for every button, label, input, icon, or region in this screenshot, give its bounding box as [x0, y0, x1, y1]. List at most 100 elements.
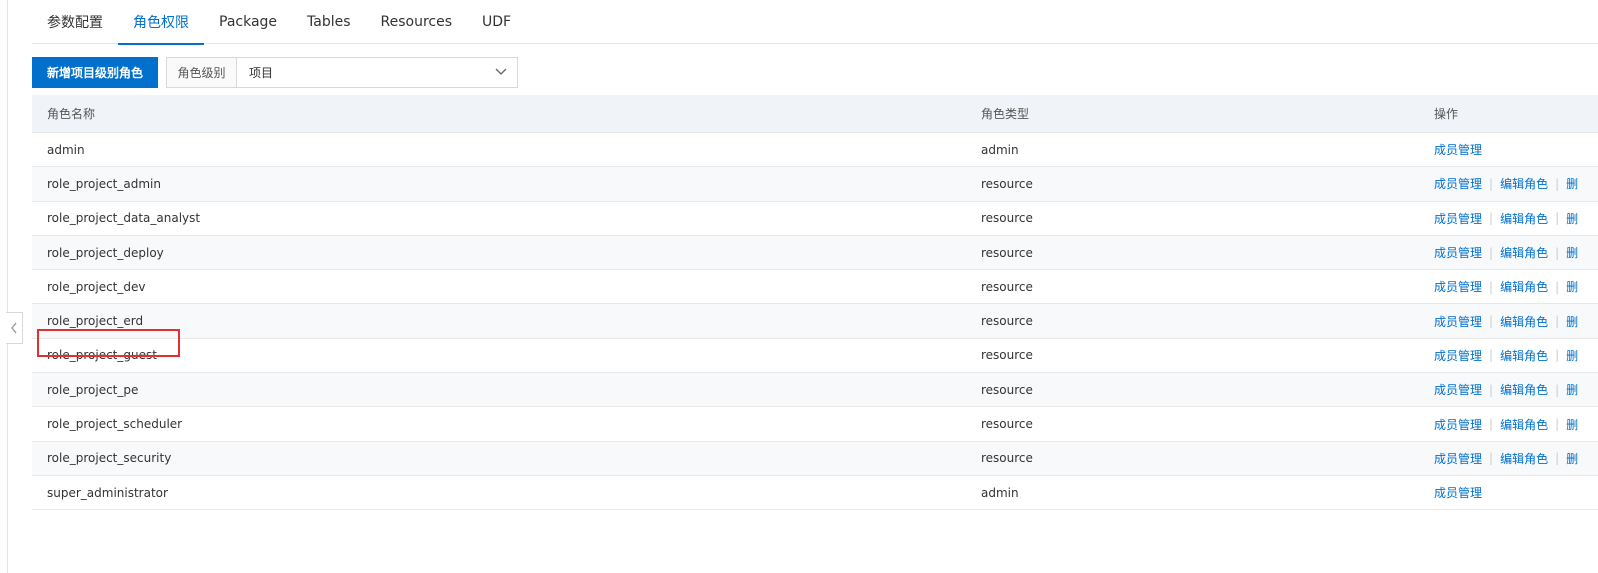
table-row: role_project_erd resource 成员管理 | 编辑角色 | 删 — [32, 304, 1598, 339]
member-management-link[interactable]: 成员管理 — [1434, 484, 1482, 501]
member-management-link[interactable]: 成员管理 — [1434, 381, 1482, 398]
role-type-cell: resource — [981, 314, 1033, 329]
member-management-link[interactable]: 成员管理 — [1434, 450, 1482, 467]
operations-cell: 成员管理 | 编辑角色 | 删 — [1434, 442, 1578, 475]
tab-tables[interactable]: Tables — [292, 0, 366, 44]
chevron-down-icon — [495, 68, 507, 75]
role-name-cell: role_project_admin — [47, 167, 161, 200]
member-management-link[interactable]: 成员管理 — [1434, 416, 1482, 433]
op-separator: | — [1555, 382, 1560, 397]
table-header: 角色名称 角色类型 操作 — [32, 95, 1598, 133]
delete-role-link[interactable]: 删 — [1566, 347, 1578, 364]
delete-role-link[interactable]: 删 — [1566, 244, 1578, 261]
role-name-cell: role_project_pe — [47, 373, 138, 406]
role-name: role_project_security — [47, 451, 172, 466]
edit-role-link[interactable]: 编辑角色 — [1500, 381, 1548, 398]
role-level-dropdown[interactable]: 项目 — [237, 58, 517, 87]
role-name-cell: super_administrator — [47, 476, 168, 509]
role-name: role_project_admin — [47, 176, 161, 191]
member-management-link[interactable]: 成员管理 — [1434, 313, 1482, 330]
operations-cell: 成员管理 | 编辑角色 | 删 — [1434, 236, 1578, 269]
table-body: admin admin 成员管理 role_project_admin resource… — [32, 133, 1598, 511]
delete-role-link[interactable]: 删 — [1566, 416, 1578, 433]
edit-role-link[interactable]: 编辑角色 — [1500, 450, 1548, 467]
member-management-link[interactable]: 成员管理 — [1434, 244, 1482, 261]
role-name: super_administrator — [47, 485, 168, 500]
op-separator: | — [1489, 176, 1494, 191]
role-name: role_project_dev — [47, 279, 146, 294]
role-type-cell: resource — [981, 245, 1033, 260]
edit-role-link[interactable]: 编辑角色 — [1500, 175, 1548, 192]
op-separator: | — [1489, 348, 1494, 363]
op-separator: | — [1555, 348, 1560, 363]
operations-cell: 成员管理 — [1434, 476, 1482, 509]
tab-resources[interactable]: Resources — [366, 0, 468, 44]
role-name: role_project_pe — [47, 382, 139, 397]
tab-package[interactable]: Package — [204, 0, 292, 44]
op-separator: | — [1489, 314, 1494, 329]
role-name: role_project_erd — [47, 314, 144, 329]
edit-role-link[interactable]: 编辑角色 — [1500, 244, 1548, 261]
role-name: role_project_data_analyst — [47, 211, 201, 226]
role-type-cell: resource — [981, 451, 1033, 466]
op-separator: | — [1555, 417, 1560, 432]
role-type-cell: resource — [981, 176, 1033, 191]
operations-cell: 成员管理 | 编辑角色 | 删 — [1434, 270, 1578, 303]
op-separator: | — [1555, 451, 1560, 466]
add-project-role-button[interactable]: 新增项目级别角色 — [32, 56, 159, 88]
role-type-cell: resource — [981, 348, 1033, 363]
operations-cell: 成员管理 | 编辑角色 | 删 — [1434, 407, 1578, 440]
delete-role-link[interactable]: 删 — [1566, 450, 1578, 467]
op-separator: | — [1489, 279, 1494, 294]
operations-cell: 成员管理 — [1434, 133, 1482, 166]
operations-cell: 成员管理 | 编辑角色 | 删 — [1434, 167, 1578, 200]
member-management-link[interactable]: 成员管理 — [1434, 347, 1482, 364]
role-type-cell: resource — [981, 211, 1033, 226]
role-name-cell: role_project_guest — [37, 328, 180, 372]
table-row: role_project_deploy resource 成员管理 | 编辑角色 | 删 — [32, 235, 1598, 271]
edit-role-link[interactable]: 编辑角色 — [1500, 347, 1548, 364]
role-name-cell: role_project_deploy — [47, 236, 164, 269]
role-name-cell: role_project_scheduler — [47, 407, 182, 440]
header-role-name: 角色名称 — [47, 107, 96, 121]
op-separator: | — [1489, 451, 1494, 466]
table-row: role_project_pe resource 成员管理 | 编辑角色 | 删 — [32, 373, 1598, 408]
edit-role-link[interactable]: 编辑角色 — [1500, 416, 1548, 433]
op-separator: | — [1489, 245, 1494, 260]
role-name-cell: admin — [47, 133, 85, 166]
member-management-link[interactable]: 成员管理 — [1434, 175, 1482, 192]
edit-role-link[interactable]: 编辑角色 — [1500, 210, 1548, 227]
delete-role-link[interactable]: 删 — [1566, 175, 1578, 192]
member-management-link[interactable]: 成员管理 — [1434, 141, 1482, 158]
operations-cell: 成员管理 | 编辑角色 | 删 — [1434, 202, 1578, 235]
header-operations: 操作 — [1434, 107, 1459, 121]
delete-role-link[interactable]: 删 — [1566, 313, 1578, 330]
tab-params-config[interactable]: 参数配置 — [32, 0, 118, 44]
delete-role-link[interactable]: 删 — [1566, 278, 1578, 295]
operations-cell: 成员管理 | 编辑角色 | 删 — [1434, 304, 1578, 337]
op-separator: | — [1555, 176, 1560, 191]
tab-bar: 参数配置 角色权限 Package Tables Resources UDF — [32, 0, 1598, 45]
role-level-label: 角色级别 — [167, 57, 238, 87]
edit-role-link[interactable]: 编辑角色 — [1500, 313, 1548, 330]
member-management-link[interactable]: 成员管理 — [1434, 278, 1482, 295]
table-row: role_project_dev resource 成员管理 | 编辑角色 | 删 — [32, 270, 1598, 305]
table-row: role_project_security resource 成员管理 | 编辑角色 | 删 — [32, 441, 1598, 476]
tab-udf[interactable]: UDF — [467, 0, 526, 44]
table-row: super_administrator admin 成员管理 — [32, 476, 1598, 511]
edit-role-link[interactable]: 编辑角色 — [1500, 278, 1548, 295]
collapse-sidebar-button[interactable] — [6, 312, 23, 344]
delete-role-link[interactable]: 删 — [1566, 381, 1578, 398]
member-management-link[interactable]: 成员管理 — [1434, 210, 1482, 227]
tab-role-permissions[interactable]: 角色权限 — [118, 0, 204, 45]
role-name: admin — [47, 142, 85, 157]
toolbar: 新增项目级别角色 角色级别 项目 — [32, 56, 519, 88]
table-row: role_project_admin resource 成员管理 | 编辑角色 | 删 — [32, 167, 1598, 202]
header-role-type: 角色类型 — [981, 107, 1030, 121]
role-level-select: 角色级别 项目 — [166, 56, 519, 88]
table-row: role_project_guest resource 成员管理 | 编辑角色 | 删 — [32, 328, 1598, 374]
role-name-cell: role_project_data_analyst — [47, 202, 200, 235]
op-separator: | — [1555, 211, 1560, 226]
role-type-cell: resource — [981, 417, 1033, 432]
delete-role-link[interactable]: 删 — [1566, 210, 1578, 227]
